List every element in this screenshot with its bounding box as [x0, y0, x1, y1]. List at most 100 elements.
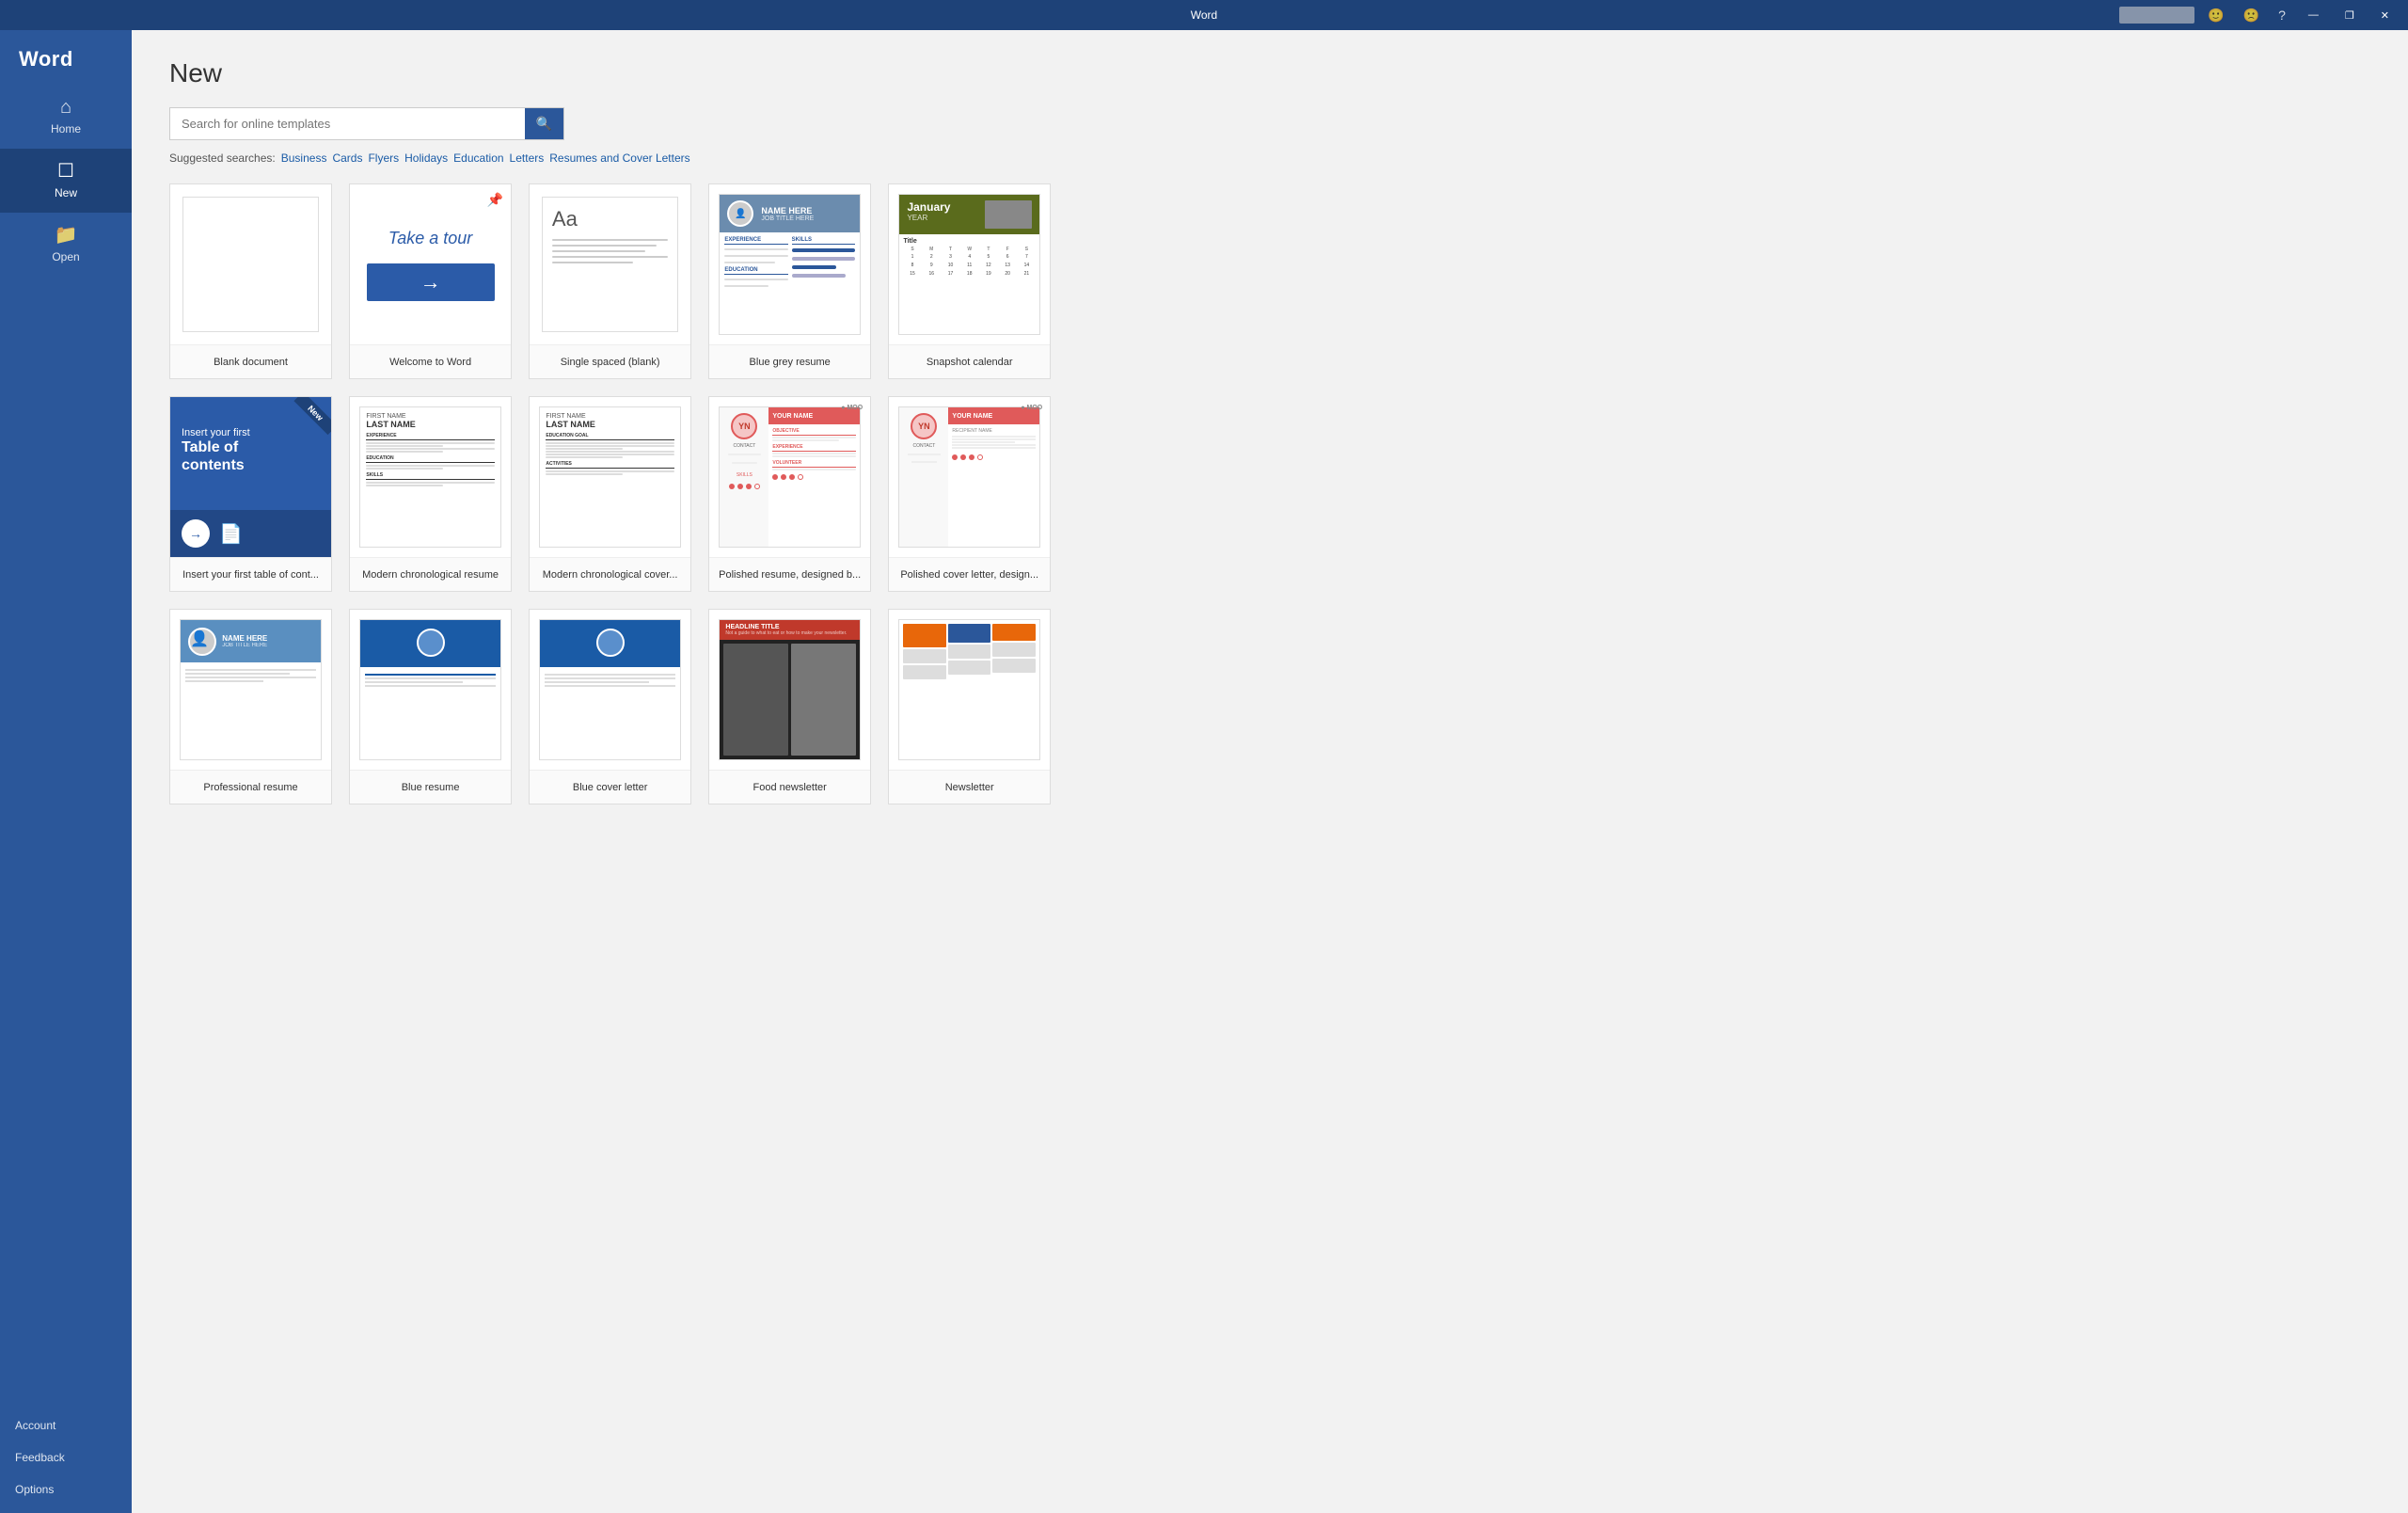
suggested-resumes[interactable]: Resumes and Cover Letters	[549, 151, 689, 165]
new-document-icon: ☐	[57, 162, 74, 181]
food-img-2	[791, 644, 856, 756]
pol-avatar: YN	[731, 413, 757, 439]
template-blank[interactable]: Blank document	[169, 183, 332, 379]
cal-hdr-s: S	[903, 247, 921, 252]
cal-hdr-w: W	[960, 247, 978, 252]
sidebar-bottom: Account Feedback Options	[0, 1409, 132, 1513]
maximize-button[interactable]: ❐	[2336, 0, 2364, 30]
food-headline: HEADLINE TITLE	[725, 624, 854, 630]
template-thumb-polished-resume: YN CONTACT SKILLS	[709, 397, 870, 557]
suggested-flyers[interactable]: Flyers	[368, 151, 399, 165]
cal-cell-1: 1	[903, 253, 921, 261]
titlebar-right: 🙂 🙁 ? — ❐ ✕	[2119, 0, 2399, 30]
template-professional-resume[interactable]: 👤 NAME HERE JOB TITLE HERE	[169, 609, 332, 804]
pol-bottom-dots	[772, 474, 856, 480]
sidebar-account[interactable]: Account	[0, 1409, 132, 1441]
pol-cover-recipient: RECIPIENT NAME	[952, 428, 1036, 434]
template-label-blank: Blank document	[170, 344, 331, 378]
pol-dot-1	[729, 484, 735, 489]
search-input[interactable]	[170, 109, 525, 138]
template-welcome[interactable]: Take a tour → 📌 Welcome to Word	[349, 183, 512, 379]
orange-block-4	[948, 624, 991, 643]
edu-title: EDUCATION	[724, 267, 787, 275]
mr-skills-title: SKILLS	[366, 472, 495, 480]
template-label-toc: Insert your first table of cont...	[170, 557, 331, 591]
food-header: HEADLINE TITLE Not a guide to what to ea…	[720, 620, 860, 640]
line-3	[552, 250, 645, 252]
main-content: New 🔍 Suggested searches: Business Cards…	[132, 30, 1088, 1513]
folder-icon: 📁	[55, 226, 78, 245]
mr-section-skills: SKILLS	[366, 472, 495, 486]
mc-line-4	[546, 451, 674, 453]
mr-lastname: LAST NAME	[366, 420, 495, 429]
cal-cell-18: 18	[960, 270, 978, 278]
template-toc[interactable]: Insert your first Table ofcontents → 📄 I…	[169, 396, 332, 592]
emoji-smile-icon[interactable]: 🙂	[2202, 8, 2229, 24]
orange-block-5	[948, 645, 991, 659]
pol-cover-body-1	[952, 436, 1036, 438]
home-icon: ⌂	[60, 98, 71, 117]
cal-hdr-m: M	[923, 247, 941, 252]
suggested-cards[interactable]: Cards	[332, 151, 362, 165]
cal-cell-12: 12	[979, 262, 997, 269]
mc-line-2	[546, 445, 674, 447]
template-modern-chron-resume[interactable]: FIRST NAME LAST NAME EXPERIENCE EDUCATIO…	[349, 396, 512, 592]
blue-cover-thumb	[539, 619, 681, 760]
prof-top: 👤 NAME HERE JOB TITLE HERE	[181, 620, 321, 662]
orange-col-1	[903, 624, 946, 756]
food-thumb: HEADLINE TITLE Not a guide to what to ea…	[719, 619, 861, 760]
template-snapshot-calendar[interactable]: January YEAR Title S M T W	[888, 183, 1051, 379]
template-polished-cover[interactable]: YN CONTACT YOUR NAME RECIPIENT NAME	[888, 396, 1051, 592]
template-thumb-food: HEADLINE TITLE Not a guide to what to ea…	[709, 610, 870, 770]
help-icon[interactable]: ?	[2273, 8, 2291, 23]
minimize-button[interactable]: —	[2299, 0, 2328, 30]
pol-cover-right: YOUR NAME RECIPIENT NAME	[948, 407, 1039, 547]
pol-cover-line-1	[908, 454, 941, 455]
aa-text: Aa	[552, 207, 668, 231]
blue-cover-body	[540, 667, 680, 759]
suggested-letters[interactable]: Letters	[510, 151, 545, 165]
sidebar-feedback[interactable]: Feedback	[0, 1441, 132, 1473]
prof-title-text: JOB TITLE HERE	[222, 643, 267, 648]
template-orange-newsletter[interactable]: Newsletter	[888, 609, 1051, 804]
template-blue-grey-resume[interactable]: 👤 NAME HERE JOB TITLE HERE EXPERIENCE	[708, 183, 871, 379]
template-blue-cover[interactable]: Blue cover letter	[529, 609, 691, 804]
blue-avatar	[417, 629, 445, 657]
polished-resume-thumb: YN CONTACT SKILLS	[719, 406, 861, 548]
template-thumb-modern-resume: FIRST NAME LAST NAME EXPERIENCE EDUCATIO…	[350, 397, 511, 557]
template-single-spaced[interactable]: Aa Single spaced (blank)	[529, 183, 691, 379]
pol-cover-your-name: YOUR NAME	[952, 413, 992, 420]
orange-block-1	[903, 624, 946, 647]
blue-name-line	[365, 674, 496, 676]
template-thumb-blank	[170, 184, 331, 344]
prof-line-4	[185, 680, 263, 682]
close-button[interactable]: ✕	[2371, 0, 2399, 30]
sidebar-item-new[interactable]: ☐ New	[0, 149, 132, 213]
pol-cover-body-4	[952, 444, 1036, 446]
mc-line-1	[546, 442, 674, 444]
pol-left: YN CONTACT SKILLS	[720, 407, 768, 547]
template-polished-resume[interactable]: YN CONTACT SKILLS	[708, 396, 871, 592]
emoji-frown-icon[interactable]: 🙁	[2238, 8, 2265, 24]
pol-vol-title: VOLUNTEER	[772, 460, 856, 468]
mc-line-3	[546, 448, 623, 450]
template-modern-chron-cover[interactable]: FIRST NAME LAST NAME EDUCATION GOAL	[529, 396, 691, 592]
skills-title: SKILLS	[792, 237, 855, 245]
mr-line-1	[366, 442, 495, 444]
sidebar-options[interactable]: Options	[0, 1473, 132, 1505]
user-avatar	[2119, 7, 2194, 24]
pin-icon[interactable]: 📌	[487, 192, 503, 208]
welcome-text: Take a tour	[388, 229, 472, 248]
template-blue-resume[interactable]: Blue resume	[349, 609, 512, 804]
sidebar-item-open[interactable]: 📁 Open	[0, 213, 132, 277]
mc-act-line-2	[546, 473, 623, 475]
toc-new-ribbon	[275, 397, 331, 454]
search-button[interactable]: 🔍	[525, 108, 563, 139]
suggested-education[interactable]: Education	[453, 151, 503, 165]
suggested-business[interactable]: Business	[281, 151, 327, 165]
sidebar-item-home[interactable]: ⌂ Home	[0, 85, 132, 149]
resume-name: NAME HERE	[761, 206, 852, 215]
r-line-3	[724, 262, 775, 263]
template-food-newsletter[interactable]: HEADLINE TITLE Not a guide to what to ea…	[708, 609, 871, 804]
suggested-holidays[interactable]: Holidays	[404, 151, 448, 165]
